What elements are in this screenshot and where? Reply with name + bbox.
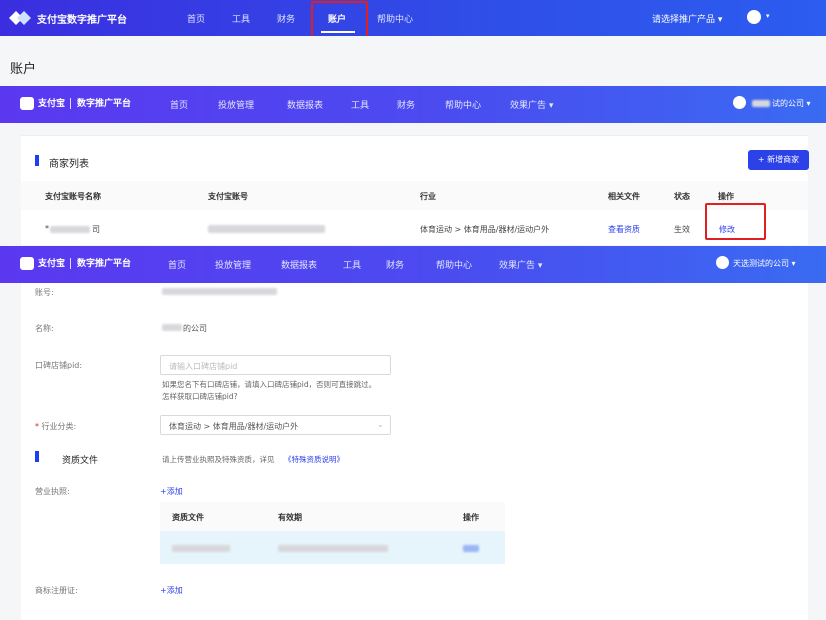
- column-header: 资质文件: [172, 513, 204, 522]
- trademark-label: 商标注册证:: [35, 586, 78, 595]
- blurred-delete-action[interactable]: [463, 545, 479, 552]
- industry-select-value: 体育运动 > 体育用品/器材/运动户外: [169, 422, 299, 431]
- blurred-account-number: [208, 225, 325, 233]
- qualification-title: 资质文件: [62, 456, 99, 466]
- user-menu[interactable]: 天选测试的公司 ▾: [733, 258, 796, 269]
- platform-nav-bar: 支付宝 数字推广平台 首页 投放管理 数据报表 工具 财务 帮助中心 效果广告 …: [0, 86, 826, 123]
- koubei-pid-placeholder: 请输入口碑店铺pid: [169, 362, 238, 371]
- user-avatar[interactable]: [716, 256, 729, 269]
- divider: [70, 258, 71, 269]
- column-header: 支付宝账号名称: [45, 192, 101, 201]
- divider: [21, 135, 808, 136]
- nav-item-reports[interactable]: 数据报表: [281, 258, 317, 271]
- nav-item-home[interactable]: 首页: [168, 258, 186, 271]
- blurred-name-value: [162, 324, 182, 331]
- user-avatar[interactable]: [733, 96, 746, 109]
- chevron-down-icon: ⌄: [377, 420, 384, 429]
- platform-name[interactable]: 数字推广平台: [77, 96, 131, 109]
- top-nav-bar: 支付宝数字推广平台 首页 工具 财务 账户 帮助中心 请选择推广产品 ▾ ▾: [0, 0, 826, 41]
- page-title: 账户: [10, 62, 37, 77]
- status-cell: 生效: [674, 225, 690, 234]
- industry-select[interactable]: 体育运动 > 体育用品/器材/运动户外 ⌄: [160, 415, 391, 435]
- koubei-pid-hint: 如果您名下有口碑店铺，请填入口碑店铺pid，否则可直接跳过。: [162, 380, 377, 389]
- alipay-logo-text: 支付宝: [38, 259, 66, 269]
- industry-cell: 体育运动 > 体育用品/器材/运动户外: [420, 225, 550, 234]
- industry-label-text: 行业分类:: [41, 422, 77, 431]
- qualification-table: 资质文件 有效期 操作: [160, 502, 505, 564]
- column-header: 操作: [463, 513, 479, 522]
- blurred-validity: [278, 545, 388, 552]
- nav-item-campaign[interactable]: 投放管理: [218, 98, 254, 111]
- merchant-name-prefix: *: [45, 224, 49, 233]
- user-menu[interactable]: 试的公司 ▾: [772, 98, 811, 109]
- column-header: 相关文件: [608, 192, 640, 201]
- nav-item-finance[interactable]: 财务: [277, 12, 295, 25]
- name-label: 名称:: [35, 324, 54, 333]
- nav-item-help[interactable]: 帮助中心: [436, 258, 472, 271]
- nav-item-campaign[interactable]: 投放管理: [215, 258, 251, 271]
- nav-item-tools[interactable]: 工具: [351, 98, 369, 111]
- alipay-logo-text: 支付宝: [38, 99, 66, 109]
- nav-item-ads[interactable]: 效果广告 ▾: [510, 98, 553, 111]
- business-license-label: 营业执照:: [35, 487, 70, 496]
- alipay-logo-icon: [20, 257, 34, 270]
- account-label: 账号:: [35, 288, 54, 297]
- column-header: 状态: [674, 192, 690, 201]
- nav-item-tools[interactable]: 工具: [343, 258, 361, 271]
- section-marker: [35, 451, 39, 462]
- nav-item-finance[interactable]: 财务: [386, 258, 404, 271]
- add-license-link[interactable]: +添加: [160, 486, 183, 497]
- column-header: 有效期: [278, 513, 302, 522]
- alipay-diamond-logo-icon: [9, 11, 31, 25]
- blurred-merchant-name: [50, 226, 90, 233]
- add-merchant-button[interactable]: + 新增商家: [748, 150, 809, 170]
- highlight-box-account: [311, 1, 368, 41]
- highlight-box-edit: [705, 203, 766, 240]
- nav-item-help[interactable]: 帮助中心: [445, 98, 481, 111]
- nav-item-reports[interactable]: 数据报表: [287, 98, 323, 111]
- page-header: 账户: [0, 36, 826, 86]
- koubei-pid-input[interactable]: 请输入口碑店铺pid: [160, 355, 391, 375]
- merchant-name-suffix: 司: [92, 225, 100, 234]
- koubei-pid-label: 口碑店铺pid:: [35, 361, 83, 370]
- qualification-desc: 请上传营业执照及特殊资质，详见: [162, 455, 275, 464]
- divider: [70, 98, 71, 109]
- product-select[interactable]: 请选择推广产品 ▾: [652, 12, 722, 25]
- user-avatar[interactable]: [747, 10, 761, 24]
- industry-label: * 行业分类:: [35, 421, 76, 432]
- koubei-pid-help-link[interactable]: 怎样获取口碑店铺pid?: [162, 391, 238, 402]
- merchant-list-title: 商家列表: [49, 159, 89, 170]
- brand-title[interactable]: 支付宝数字推广平台: [37, 11, 127, 26]
- blurred-account-value: [162, 288, 277, 295]
- table-header: [160, 502, 505, 531]
- blurred-user-name: [752, 100, 770, 107]
- section-marker: [35, 155, 39, 166]
- nav-item-home[interactable]: 首页: [170, 98, 188, 111]
- column-header: 行业: [420, 192, 436, 201]
- name-value: 的公司: [183, 324, 207, 333]
- nav-item-home[interactable]: 首页: [187, 12, 205, 25]
- blurred-file-name: [172, 545, 230, 552]
- add-trademark-link[interactable]: +添加: [160, 585, 183, 596]
- platform-name[interactable]: 数字推广平台: [77, 256, 131, 269]
- nav-item-ads[interactable]: 效果广告 ▾: [499, 258, 542, 271]
- alipay-logo-icon: [20, 97, 34, 110]
- nav-item-help[interactable]: 帮助中心: [377, 12, 413, 25]
- platform-nav-bar: 支付宝 数字推广平台 首页 投放管理 数据报表 工具 财务 帮助中心 效果广告 …: [0, 246, 826, 283]
- nav-item-tools[interactable]: 工具: [232, 12, 250, 25]
- column-header: 操作: [718, 192, 734, 201]
- nav-item-finance[interactable]: 财务: [397, 98, 415, 111]
- column-header: 支付宝账号: [208, 192, 248, 201]
- view-qualification-link[interactable]: 查看资质: [608, 224, 640, 235]
- special-qualification-link[interactable]: 《特殊资质说明》: [284, 454, 344, 465]
- form-card: [21, 283, 808, 620]
- avatar-caret-icon[interactable]: ▾: [766, 12, 770, 20]
